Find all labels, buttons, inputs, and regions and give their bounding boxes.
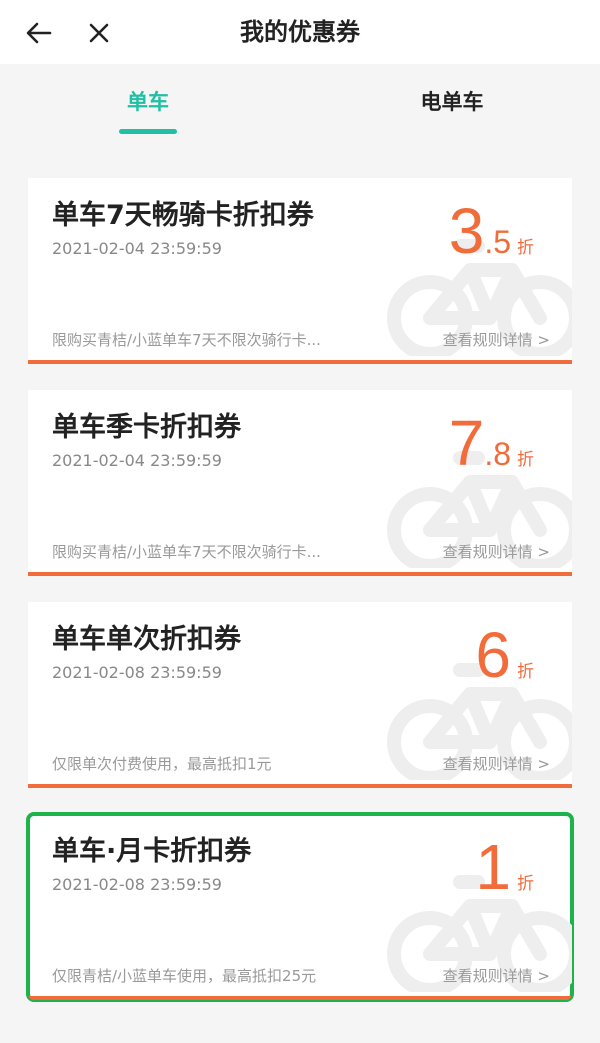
coupon-tabs: 单车 电单车	[0, 64, 600, 144]
discount-decimal: .8	[484, 436, 511, 472]
discount-decimal: .5	[484, 224, 511, 260]
discount-integer: 3	[448, 195, 485, 267]
back-arrow-icon[interactable]	[24, 18, 54, 48]
discount-integer: 6	[475, 619, 511, 691]
view-rules-link[interactable]: 查看规则详情 >	[443, 330, 550, 350]
coupon-discount: 3.5 折	[449, 196, 534, 266]
view-rules-link[interactable]: 查看规则详情 >	[443, 542, 550, 562]
discount-unit: 折	[517, 874, 534, 894]
coupon-card[interactable]: 单车7天畅骑卡折扣券 2021-02-04 23:59:59 3.5 折 限购买青…	[28, 178, 572, 364]
coupon-name: 单车7天畅骑卡折扣券	[52, 200, 314, 231]
coupon-discount: 7.8 折	[449, 408, 534, 478]
coupon-expiry: 2021-02-04 23:59:59	[52, 239, 222, 258]
coupon-name: 单车单次折扣券	[52, 624, 241, 655]
coupon-discount: 6折	[475, 620, 534, 690]
tab-ebike[interactable]: 电单车	[402, 86, 502, 134]
tab-bike[interactable]: 单车	[98, 86, 198, 134]
close-icon[interactable]	[84, 18, 114, 48]
coupon-description: 限购买青桔/小蓝单车7天不限次骑行卡...	[52, 331, 321, 349]
coupon-description: 限购买青桔/小蓝单车7天不限次骑行卡...	[52, 543, 321, 561]
coupon-name: 单车·月卡折扣券	[52, 836, 252, 867]
top-bar: 我的优惠券	[0, 0, 600, 64]
coupon-name: 单车季卡折扣券	[52, 412, 241, 443]
coupon-expiry: 2021-02-04 23:59:59	[52, 451, 222, 470]
discount-unit: 折	[517, 450, 534, 470]
discount-integer: 7	[448, 407, 485, 479]
coupon-description: 仅限青桔/小蓝单车使用，最高抵扣25元	[52, 967, 317, 985]
coupon-card-selected[interactable]: 单车·月卡折扣券 2021-02-08 23:59:59 1折 仅限青桔/小蓝单…	[26, 812, 574, 1002]
view-rules-link[interactable]: 查看规则详情 >	[443, 754, 550, 774]
tab-ebike-label: 电单车	[420, 90, 484, 114]
discount-unit: 折	[517, 662, 534, 682]
coupon-card[interactable]: 单车单次折扣券 2021-02-08 23:59:59 6折 仅限单次付费使用，…	[28, 602, 572, 788]
coupon-card[interactable]: 单车季卡折扣券 2021-02-04 23:59:59 7.8 折 限购买青桔/小…	[28, 390, 572, 576]
coupon-description: 仅限单次付费使用，最高抵扣1元	[52, 755, 272, 773]
discount-unit: 折	[517, 238, 534, 258]
tab-bike-label: 单车	[127, 90, 169, 114]
active-tab-indicator	[119, 129, 177, 134]
discount-integer: 1	[475, 831, 511, 903]
coupon-expiry: 2021-02-08 23:59:59	[52, 663, 222, 682]
view-rules-link[interactable]: 查看规则详情 >	[443, 966, 550, 986]
coupon-expiry: 2021-02-08 23:59:59	[52, 875, 222, 894]
coupon-discount: 1折	[475, 832, 534, 902]
